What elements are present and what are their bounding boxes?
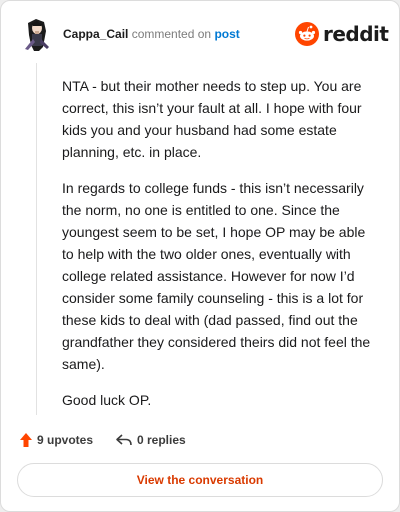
comment-actions: 9 upvotes 0 replies (19, 429, 381, 451)
post-link[interactable]: post (214, 27, 239, 41)
reply-button[interactable]: 0 replies (115, 429, 186, 451)
comment-meta: Cappa_Cail commented on post (63, 27, 240, 41)
comment-paragraph: NTA - but their mother needs to step up.… (62, 78, 362, 160)
commented-label: commented on (131, 27, 212, 41)
reddit-snoo-icon (295, 22, 319, 46)
comment-paragraph: In regards to college funds - this isn’t… (62, 180, 371, 372)
reply-count: 0 replies (137, 433, 186, 447)
reddit-wordmark: reddit (323, 22, 389, 46)
comment-header: Cappa_Cail commented on post reddit (17, 15, 389, 55)
view-conversation-button[interactable]: View the conversation (17, 463, 383, 497)
upvote-count: 9 upvotes (37, 433, 94, 447)
comment-paragraph: Good luck OP. (62, 392, 152, 408)
reply-arrow-icon (115, 433, 133, 447)
upvote-arrow-icon (19, 432, 33, 448)
comment-card: Cappa_Cail commented on post reddit NTA … (0, 0, 400, 512)
username-link[interactable]: Cappa_Cail (63, 27, 128, 41)
reddit-logo[interactable]: reddit (295, 19, 389, 49)
anime-avatar-icon[interactable] (19, 17, 55, 53)
upvote-button[interactable]: 9 upvotes (19, 429, 93, 451)
comment-body: NTA - but their mother needs to step up.… (62, 75, 380, 425)
thread-line (36, 63, 37, 415)
